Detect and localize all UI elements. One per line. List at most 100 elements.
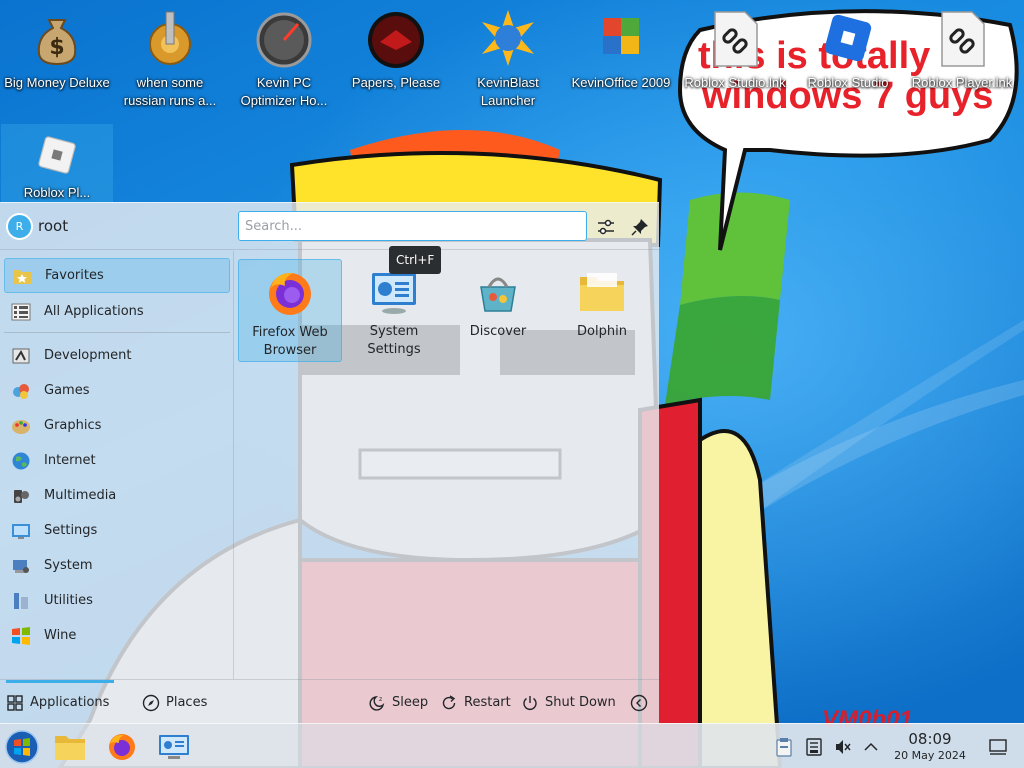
category-label: System [44,558,93,573]
speedometer-icon [256,12,312,68]
power-icon [523,695,537,710]
file-manager-icon [55,735,85,760]
category-settings[interactable]: Settings [4,513,230,548]
taskbar-firefox[interactable] [102,724,142,768]
category-label: Multimedia [44,488,117,503]
avatar[interactable]: R [6,213,33,240]
start-button[interactable] [2,724,42,768]
desktop-icon-label: Roblox Studio [807,75,889,90]
sleep-label: Sleep [392,695,429,710]
category-development[interactable]: Development [4,338,230,373]
category-games[interactable]: Games [4,373,230,408]
category-internet[interactable]: Internet [4,443,230,478]
roblox-studio-icon [824,14,872,62]
roblox-icon [38,136,76,174]
category-multimedia[interactable]: Multimedia [4,478,230,513]
tray-clipboard[interactable] [772,724,796,768]
clock-date[interactable]: 20 May 2024 [885,749,975,762]
tab-places[interactable]: Places [142,680,207,725]
desktop-icon-label: Roblox Studio.lnk [684,75,786,90]
category-label: Games [44,383,90,398]
grid-list-icon [10,301,32,323]
desktop-icon-kevinblast[interactable]: KevinBlast Launcher [452,0,564,112]
category-sidebar: Favorites All Applications Development G… [0,251,234,679]
category-label: Internet [44,453,96,468]
desktop-icon-roblox-player-lnk[interactable]: Roblox Player.lnk [906,0,1018,112]
category-label: Favorites [45,268,104,283]
app-tile-label: System Settings [367,324,421,357]
app-tile-label: Firefox Web Browser [252,325,328,358]
tray-storage[interactable] [802,724,826,768]
category-all-applications[interactable]: All Applications [4,294,230,329]
clock-time[interactable]: 08:09 [890,730,970,748]
desktop-icon-kevin-pc-optimizer[interactable]: Kevin PC Optimizer Ho... [228,0,340,112]
desktop-icon-roblox-studio[interactable]: Roblox Studio [792,0,904,112]
app-tile-system-settings[interactable]: System Settings [342,259,446,362]
search-input[interactable] [238,211,587,241]
desktop-icon-label: when some russian runs a... [123,75,217,108]
money-bag-icon: $ [37,19,77,66]
firefox-icon [109,733,135,760]
volume-muted-icon [836,739,851,754]
desktop-icon-papers-please[interactable]: Papers, Please [340,0,452,112]
tray-expand[interactable] [859,724,883,768]
system-settings-icon [159,734,189,759]
tray-volume[interactable] [831,724,855,768]
desktop-icon-roblox-player[interactable]: Roblox Pl... [1,124,113,202]
category-utilities[interactable]: Utilities [4,583,230,618]
taskbar-system-settings[interactable] [154,724,194,768]
restart-label: Restart [464,695,511,710]
multimedia-icon [10,485,32,507]
category-favorites[interactable]: Favorites [4,258,230,293]
pin-button[interactable] [626,213,654,241]
shut-down-button[interactable]: Shut Down [521,680,616,725]
category-label: All Applications [44,304,144,319]
category-label: Utilities [44,593,93,608]
chevron-left-circle-icon [630,694,648,711]
app-tile-firefox[interactable]: Firefox Web Browser [238,259,342,362]
category-system[interactable]: System [4,548,230,583]
show-desktop-icon [989,738,1007,755]
storage-icon [806,737,822,756]
category-label: Wine [44,628,77,643]
sliders-icon [598,219,614,235]
app-tile-discover[interactable]: Discover [446,259,550,362]
sleep-icon: z [369,696,385,711]
wine-windows-icon [10,625,32,647]
sidebar-divider [4,332,230,333]
games-icon [10,380,32,402]
desktop-icon-kevinoffice[interactable]: KevinOffice 2009 [565,0,677,112]
clipboard-icon [776,737,792,757]
restart-button[interactable]: Restart [440,680,511,725]
desktop-icon-roblox-studio-lnk[interactable]: Roblox Studio.lnk [679,0,791,112]
internet-globe-icon [10,450,32,472]
category-graphics[interactable]: Graphics [4,408,230,443]
category-label: Settings [44,523,98,538]
desktop-icon-label: KevinOffice 2009 [571,75,671,90]
user-name: root [38,217,69,235]
category-label: Development [44,348,132,363]
discover-icon [480,277,516,312]
configure-button[interactable] [592,213,620,241]
taskbar-file-manager[interactable] [50,724,90,768]
tab-applications[interactable]: Applications [6,680,115,725]
pin-icon [631,219,648,236]
desktop-icon-russian[interactable]: when some russian runs a... [114,0,226,112]
restart-icon [442,694,456,709]
chevron-up-icon [864,742,878,751]
desktop-icon-label: Big Money Deluxe [4,75,110,90]
favorites-grid: Firefox Web Browser System Settings Disc… [235,251,659,679]
desktop-icon-big-money-deluxe[interactable]: $ Big Money Deluxe [1,0,113,112]
tab-label: Places [166,695,208,710]
more-actions-button[interactable] [630,680,654,725]
compass-icon [142,694,160,711]
show-desktop-button[interactable] [984,724,1012,768]
svg-text:$: $ [49,35,64,60]
sleep-button[interactable]: z Sleep [368,680,428,725]
app-tile-label: Dolphin [577,324,627,339]
app-tile-dolphin[interactable]: Dolphin [550,259,654,362]
category-wine[interactable]: Wine [4,618,230,653]
desktop-icon-label: KevinBlast Launcher [477,75,539,108]
system-settings-icon [372,273,416,314]
link-file-icon [941,11,985,67]
